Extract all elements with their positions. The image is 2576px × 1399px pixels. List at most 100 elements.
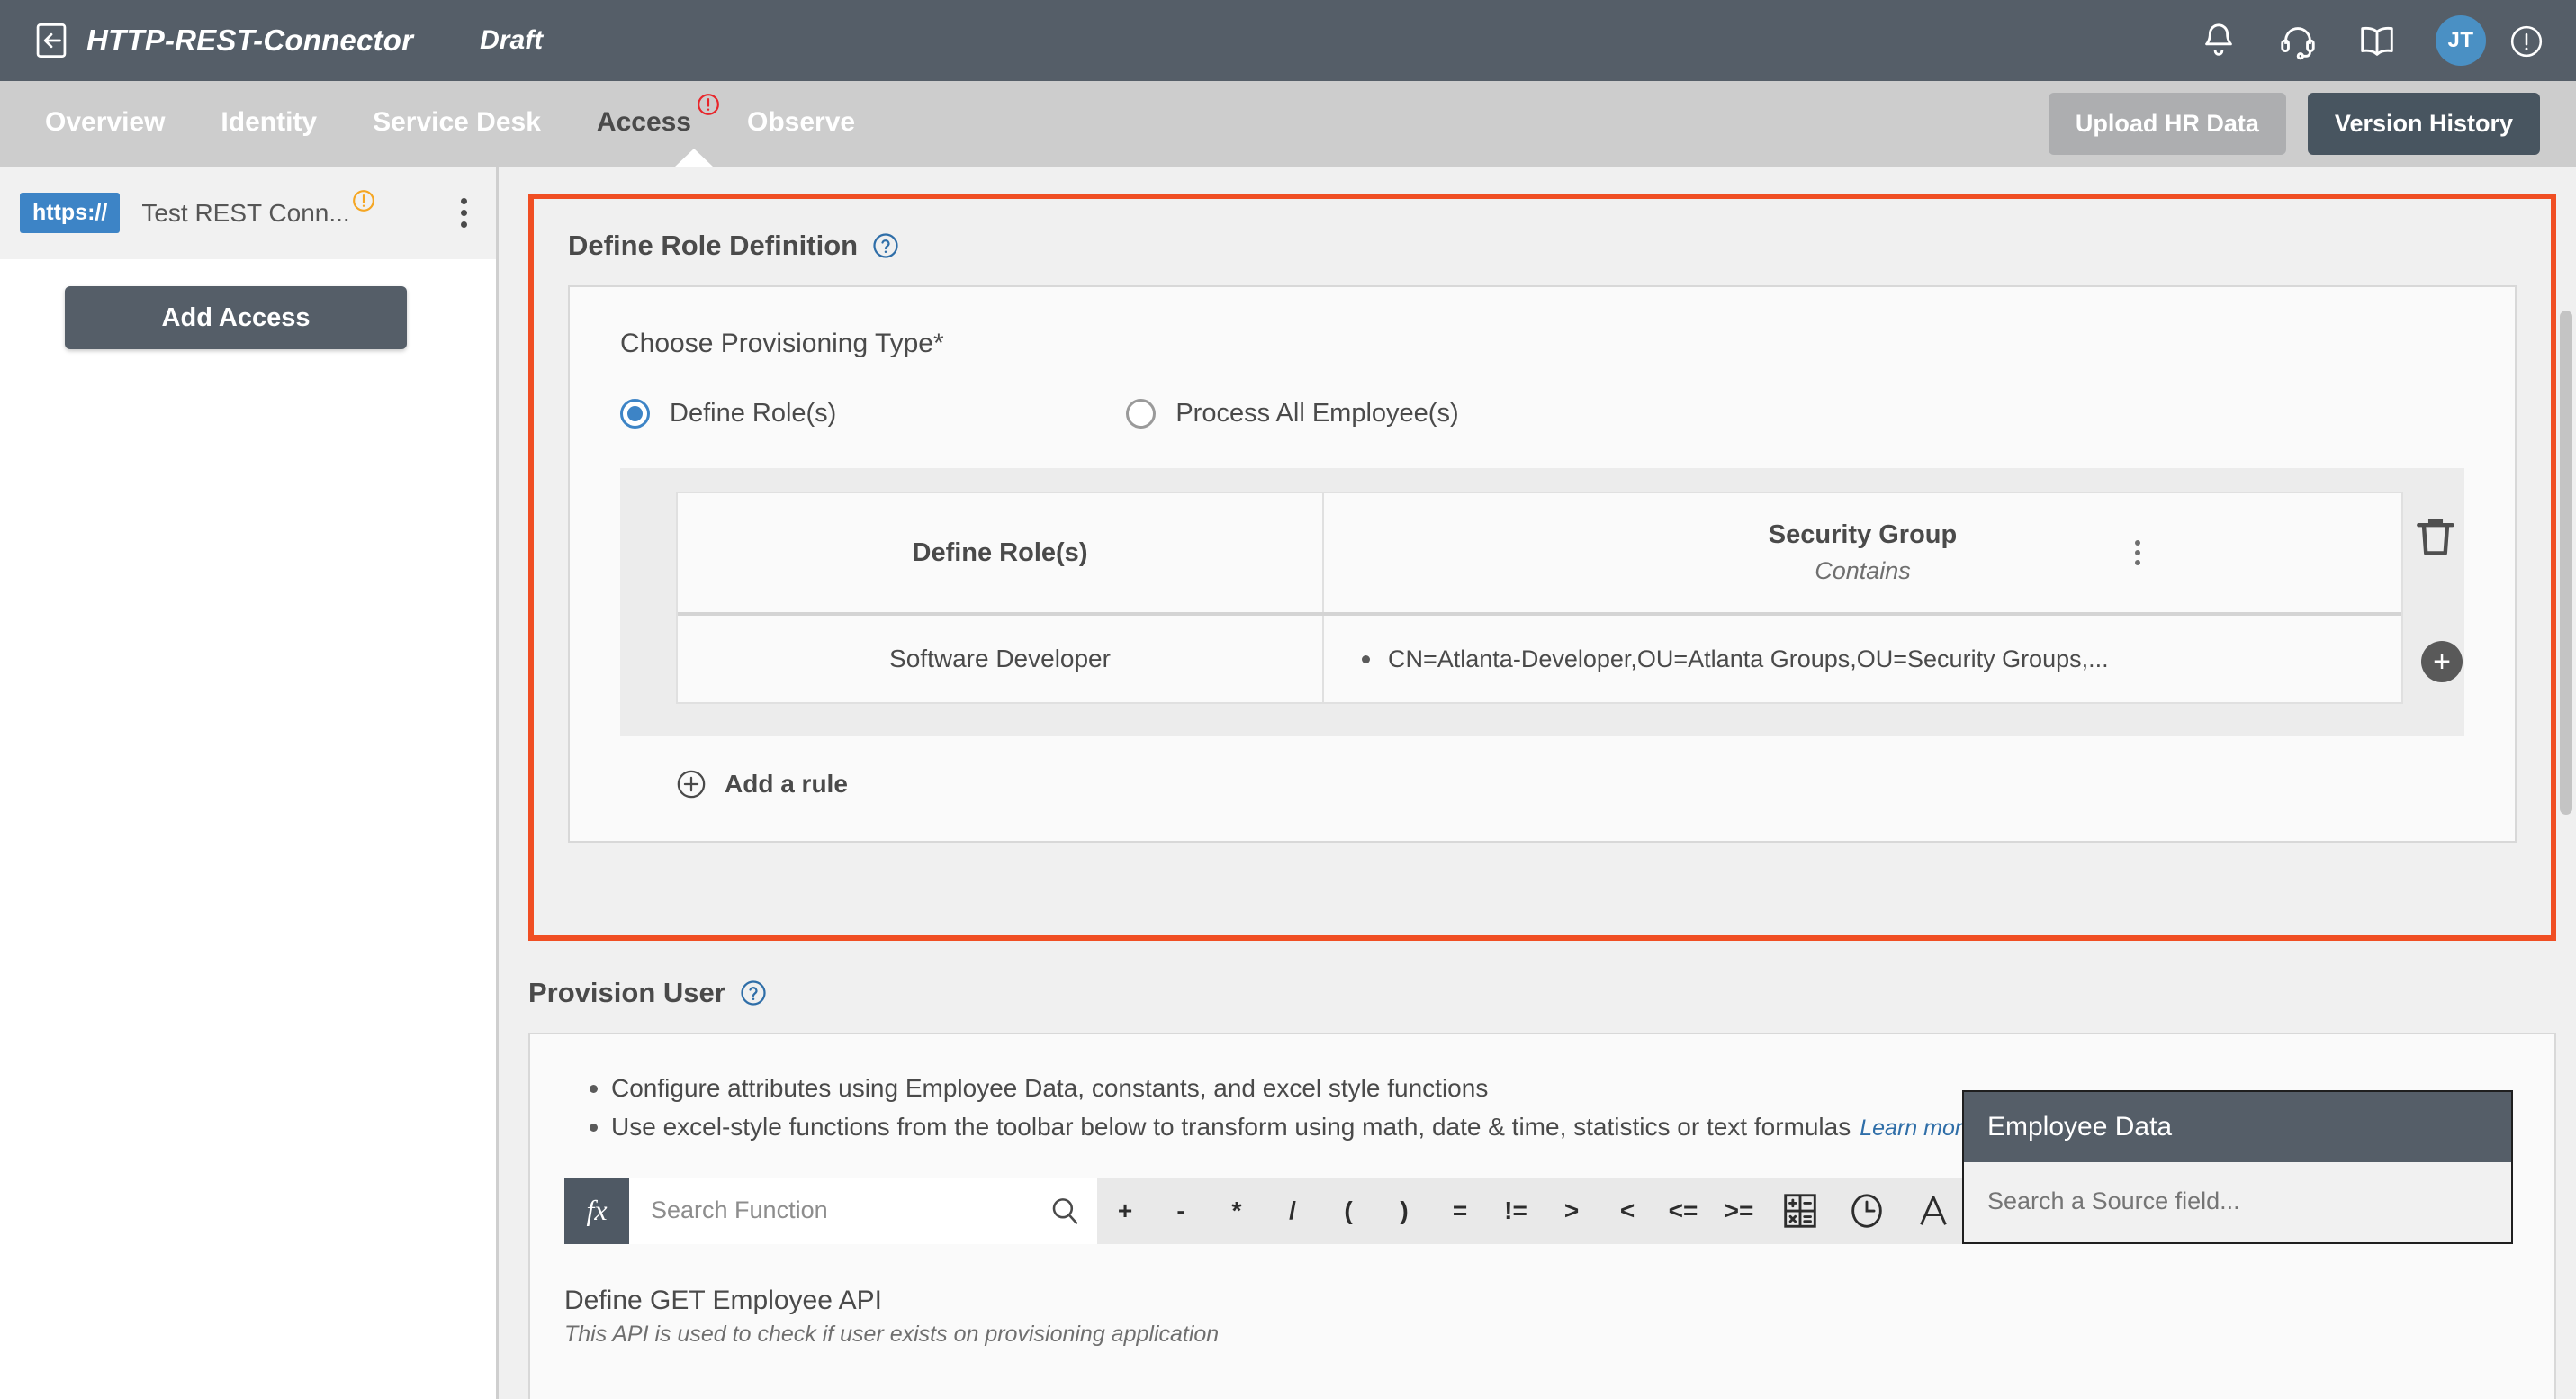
- api-title: Define GET Employee API: [564, 1285, 882, 1315]
- operator-less-than[interactable]: <: [1599, 1196, 1655, 1225]
- role-definition-panel-inner: Choose Provisioning Type* Define Role(s)…: [570, 287, 2515, 841]
- radio-define-roles-label: Define Role(s): [670, 399, 837, 428]
- cell-security-group: CN=Atlanta-Developer,OU=Atlanta Groups,O…: [1324, 616, 2401, 702]
- kebab-menu-icon[interactable]: [2135, 540, 2140, 565]
- help-circle-icon[interactable]: [740, 979, 767, 1006]
- trash-icon[interactable]: [2409, 511, 2463, 562]
- kebab-menu-icon[interactable]: [455, 193, 473, 233]
- help-circle-icon[interactable]: [872, 232, 899, 259]
- rules-container: Define Role(s) Security Group Contains S…: [620, 468, 2464, 736]
- text-format-icon[interactable]: [1913, 1190, 1954, 1232]
- kebab-dot: [2135, 560, 2140, 565]
- tab-access[interactable]: Access: [596, 93, 719, 141]
- employee-data-title: Employee Data: [1964, 1092, 2511, 1162]
- operator-close-paren[interactable]: ): [1376, 1196, 1432, 1225]
- operator-divide[interactable]: /: [1265, 1196, 1320, 1225]
- clock-icon[interactable]: [1846, 1190, 1887, 1232]
- radio-process-all-employees-dot: [1126, 399, 1157, 429]
- operator-minus[interactable]: -: [1153, 1196, 1209, 1225]
- tab-identity[interactable]: Identity: [221, 107, 317, 141]
- connection-row[interactable]: https:// Test REST Conn...: [0, 167, 496, 259]
- active-tab-pointer: [675, 149, 713, 167]
- employee-data-body: [1964, 1162, 2511, 1242]
- table-row: Software Developer CN=Atlanta-Developer,…: [678, 616, 2401, 702]
- table-header-row: Define Role(s) Security Group Contains: [678, 493, 2401, 612]
- tab-service-desk[interactable]: Service Desk: [373, 107, 541, 141]
- topbar-icon-group: JT: [2198, 15, 2544, 66]
- avatar[interactable]: JT: [2436, 15, 2486, 66]
- operator-less-equal[interactable]: <=: [1655, 1196, 1711, 1225]
- column-header-security-group-subtitle: Contains: [1815, 557, 1911, 584]
- employee-data-search-input[interactable]: [1987, 1187, 2488, 1215]
- bullet-text-1: Configure attributes using Employee Data…: [611, 1074, 1489, 1102]
- warning-circle-icon: [698, 93, 719, 115]
- draft-status-label: Draft: [480, 25, 544, 55]
- tab-observe[interactable]: Observe: [747, 107, 855, 141]
- main-scrollbar[interactable]: [2560, 167, 2572, 1399]
- tab-overview[interactable]: Overview: [45, 107, 165, 141]
- book-icon[interactable]: [2356, 20, 2398, 61]
- version-history-button[interactable]: Version History: [2307, 93, 2540, 155]
- cell-role-name: Software Developer: [678, 616, 1324, 702]
- tab-observe-label: Observe: [747, 106, 856, 137]
- nav-button-group: Upload HR Data Version History: [2048, 93, 2540, 155]
- tab-overview-label: Overview: [45, 106, 166, 137]
- column-header-define-roles: Define Role(s): [678, 493, 1324, 612]
- get-employee-api-block: Define GET Employee API This API is used…: [564, 1286, 2554, 1399]
- role-definition-highlight: Define Role Definition Choose Provisioni…: [528, 194, 2556, 941]
- provision-user-panel: Configure attributes using Employee Data…: [528, 1033, 2556, 1399]
- info-circle-icon[interactable]: [2509, 24, 2544, 59]
- operator-equals[interactable]: =: [1432, 1196, 1488, 1225]
- provisioning-type-radio-group: Define Role(s) Process All Employee(s): [620, 399, 2515, 429]
- sidebar: https:// Test REST Conn... Add Access: [0, 167, 499, 1399]
- kebab-dot: [2135, 540, 2140, 546]
- headset-icon[interactable]: [2277, 20, 2319, 61]
- page-title: Define Role Definition: [568, 230, 859, 261]
- operator-greater-equal[interactable]: >=: [1711, 1196, 1767, 1225]
- kebab-dot: [461, 210, 467, 216]
- operator-multiply[interactable]: *: [1209, 1196, 1265, 1225]
- add-rule-label: Add a rule: [725, 770, 848, 798]
- search-function-field[interactable]: [629, 1177, 1097, 1244]
- operator-not-equals[interactable]: !=: [1488, 1196, 1544, 1225]
- search-input[interactable]: [651, 1196, 1049, 1225]
- plus-circle-outline-icon: [677, 770, 706, 799]
- cell-security-group-value: CN=Atlanta-Developer,OU=Atlanta Groups,O…: [1388, 645, 2109, 672]
- operator-open-paren[interactable]: (: [1320, 1196, 1376, 1225]
- add-access-button[interactable]: Add Access: [65, 286, 407, 349]
- radio-process-all-employees-label: Process All Employee(s): [1175, 399, 1459, 428]
- operator-plus[interactable]: +: [1097, 1196, 1153, 1225]
- main-scrollbar-thumb[interactable]: [2560, 311, 2572, 815]
- list-bullet: [1362, 654, 1370, 663]
- radio-process-all-employees[interactable]: Process All Employee(s): [1126, 399, 1459, 429]
- endpoint-label: Endpoint *: [816, 1394, 2554, 1399]
- nav-tab-list: Overview Identity Service Desk Access Ob…: [45, 93, 855, 141]
- tab-access-label: Access: [596, 106, 691, 137]
- bell-icon[interactable]: [2198, 20, 2239, 61]
- provision-user-title: Provision User: [528, 977, 725, 1008]
- add-rule-button[interactable]: Add a rule: [620, 736, 2515, 799]
- roles-table: Define Role(s) Security Group Contains S…: [676, 492, 2403, 704]
- role-definition-panel: Choose Provisioning Type* Define Role(s)…: [568, 285, 2517, 843]
- warning-circle-icon: [352, 190, 374, 212]
- back-arrow-icon[interactable]: [36, 23, 67, 58]
- tab-identity-label: Identity: [221, 106, 318, 137]
- column-header-security-group-title: Security Group: [1768, 520, 1958, 549]
- learn-more-link[interactable]: Learn more: [1860, 1115, 1975, 1141]
- radio-define-roles[interactable]: Define Role(s): [620, 399, 836, 429]
- add-access-wrapper: Add Access: [0, 259, 496, 349]
- add-row-button[interactable]: +: [2421, 641, 2463, 682]
- operator-greater-than[interactable]: >: [1544, 1196, 1599, 1225]
- nav-bar: Overview Identity Service Desk Access Ob…: [0, 81, 2576, 167]
- api-subtitle: This API is used to check if user exists…: [564, 1321, 1220, 1347]
- search-icon[interactable]: [1049, 1195, 1081, 1227]
- kebab-dot: [2135, 550, 2140, 555]
- fx-badge: fx: [564, 1177, 629, 1244]
- provisioning-type-label: Choose Provisioning Type*: [620, 329, 944, 358]
- formula-toolbar: fx + - * / ( ): [564, 1177, 2193, 1244]
- calculator-icon[interactable]: [1779, 1190, 1821, 1232]
- bullet-text-2: Use excel-style functions from the toolb…: [611, 1113, 1851, 1142]
- upload-hr-data-button[interactable]: Upload HR Data: [2048, 93, 2286, 155]
- role-definition-header: Define Role Definition: [534, 199, 2551, 262]
- provision-user-section: Provision User Configure attributes usin…: [528, 977, 2556, 1399]
